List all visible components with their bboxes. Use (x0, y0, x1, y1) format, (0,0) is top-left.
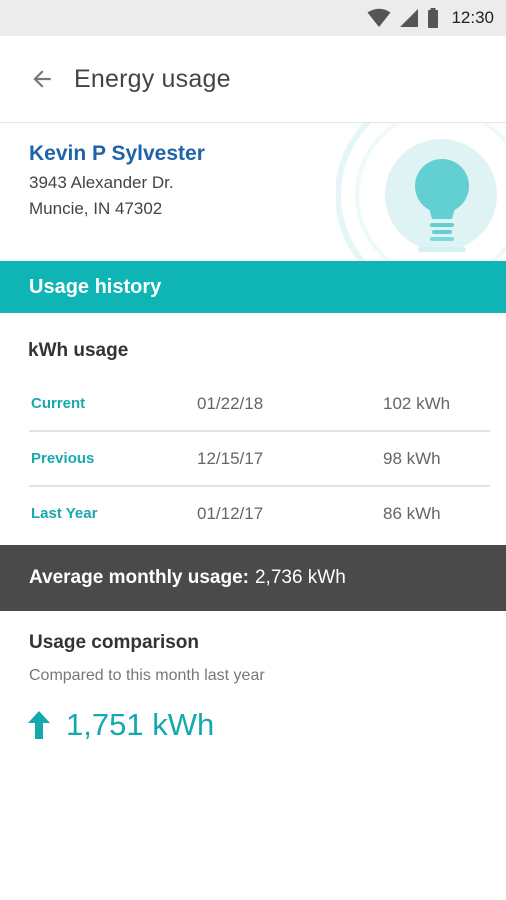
account-name: Kevin P Sylvester (29, 142, 205, 165)
app-bar: Energy usage (0, 36, 506, 123)
status-bar: 12:30 (0, 0, 506, 36)
arrow-up-icon (28, 711, 50, 739)
kwh-usage-title: kWh usage (28, 340, 129, 361)
usage-row-value: 98 kWh (383, 448, 441, 468)
usage-row-current: Current 01/22/18 102 kWh (29, 377, 490, 432)
usage-history-title: Usage history (29, 275, 162, 298)
arrow-back-icon (33, 70, 51, 88)
back-button[interactable] (18, 55, 66, 103)
usage-comparison-subtitle: Compared to this month last year (29, 667, 265, 684)
usage-table: Current 01/22/18 102 kWh Previous 12/15/… (29, 377, 490, 540)
usage-comparison-title: Usage comparison (29, 632, 199, 653)
battery-icon (428, 8, 439, 28)
usage-row-date: 01/22/18 (197, 393, 264, 413)
usage-comparison-value: 1,751 kWh (66, 707, 215, 742)
usage-row-label: Previous (31, 450, 95, 467)
usage-row-value: 102 kWh (383, 393, 451, 413)
average-monthly-usage-bar: Average monthly usage: 2,736 kWh (0, 545, 506, 611)
usage-row-label: Current (31, 395, 86, 412)
lightbulb-icon (336, 123, 506, 261)
usage-row-last-year: Last Year 01/12/17 86 kWh (29, 487, 490, 540)
average-usage-label: Average monthly usage: (29, 567, 249, 588)
page-title: Energy usage (74, 64, 231, 93)
average-usage-value: 2,736 kWh (254, 567, 346, 588)
address-line-2: Muncie, IN 47302 (29, 199, 163, 218)
wifi-icon (367, 8, 391, 27)
usage-row-previous: Previous 12/15/17 98 kWh (29, 432, 490, 487)
usage-history-header: Usage history (0, 261, 506, 313)
usage-row-date: 01/12/17 (197, 503, 264, 523)
address-line-1: 3943 Alexander Dr. (29, 173, 174, 192)
status-time: 12:30 (451, 8, 494, 27)
usage-row-date: 12/15/17 (197, 448, 264, 468)
account-info: Kevin P Sylvester 3943 Alexander Dr. Mun… (0, 123, 506, 261)
cell-signal-icon (400, 9, 419, 27)
usage-row-value: 86 kWh (383, 503, 441, 523)
usage-comparison-result: 1,751 kWh (28, 707, 214, 743)
usage-row-label: Last Year (31, 505, 98, 522)
